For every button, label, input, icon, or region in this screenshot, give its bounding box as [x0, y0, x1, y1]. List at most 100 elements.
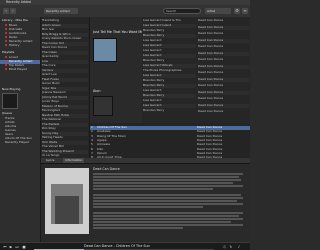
- track-list-item[interactable]: Dead Can Dance: [198, 77, 249, 82]
- track-list-item[interactable]: Brendan Perry: [143, 29, 196, 33]
- artist-list-item[interactable]: The Clean: [42, 50, 88, 55]
- repeat-icon[interactable]: ↻: [229, 245, 233, 249]
- track-list-item[interactable]: Dead Can Dance: [198, 25, 249, 30]
- queue-item[interactable]: Recently Played: [5, 141, 29, 144]
- track-list-item[interactable]: Lisa Gerrard: [143, 44, 196, 48]
- bio-text-line: [93, 185, 243, 187]
- previous-icon[interactable]: ⏮: [3, 245, 7, 249]
- track-list-item[interactable]: Dead Can Dance: [198, 38, 249, 43]
- bio-text-line: [93, 215, 239, 217]
- track-list-item[interactable]: Dead Can Dance: [198, 71, 249, 75]
- artist-list-item[interactable]: Various: [42, 68, 88, 73]
- artist-list-item[interactable]: Tom Waits: [42, 140, 88, 145]
- artist-list-item[interactable]: Tracklisting: [42, 19, 88, 23]
- artist-list-item[interactable]: Grandaddy: [42, 55, 88, 59]
- artist-list-item[interactable]: Joanna Newsom: [42, 91, 88, 95]
- podcast-icon: [5, 28, 8, 31]
- track-list-item[interactable]: Brendan Perry: [143, 84, 196, 88]
- artist-list-item[interactable]: Rilo Kiley: [42, 127, 88, 131]
- artist-list-item[interactable]: Adam Green: [42, 23, 88, 28]
- bio-text-line: [93, 194, 241, 196]
- artist-list-item[interactable]: Dead Can Dance: [42, 46, 88, 50]
- radio-icon: [5, 36, 8, 39]
- progress-bar[interactable]: [34, 248, 214, 250]
- artist-list-item[interactable]: Neutral Milk Hotel: [42, 113, 88, 118]
- back-icon[interactable]: ‹: [3, 8, 9, 14]
- track-list-item[interactable]: Dead Can Dance: [198, 45, 249, 49]
- artist-list-item[interactable]: Sunny Day: [42, 131, 88, 136]
- track-list-item[interactable]: Lisa Gerrard Island & Trio: [143, 19, 196, 23]
- settings-icon[interactable]: ⚙: [234, 8, 240, 14]
- star-icon: [5, 64, 8, 67]
- shuffle-icon[interactable]: ⤮: [222, 245, 226, 249]
- track-title: Amnesia: [97, 143, 110, 147]
- track-list-item[interactable]: Lisa Gerrard: [143, 49, 196, 53]
- artist-list-item[interactable]: The Cure: [42, 64, 88, 68]
- stop-icon[interactable]: ■: [22, 245, 26, 249]
- track-list-item[interactable]: Lisa Gerrard Island: [143, 24, 196, 28]
- album-artwork-secondary[interactable]: [93, 96, 113, 116]
- track-list-item[interactable]: Dead Can Dance: [198, 90, 249, 95]
- tab-recently-added[interactable]: Recently Added: [44, 8, 78, 14]
- sidebar-item-history[interactable]: History: [5, 44, 20, 47]
- artist-list-item[interactable]: Talking Heads: [42, 136, 88, 140]
- track-list-item[interactable]: Brendan Perry: [143, 109, 196, 113]
- track-list-item[interactable]: Dead Can Dance: [198, 110, 249, 114]
- artist-list-item[interactable]: The Cooler Kid: [42, 41, 88, 46]
- artist-list-item[interactable]: Mockingbird: [42, 109, 88, 113]
- artist-list-item[interactable]: Junior Boys: [42, 100, 88, 104]
- view-selector[interactable]: Artist: [205, 8, 231, 14]
- bio-text-line: [93, 218, 243, 220]
- volume-icon[interactable]: ♪: [237, 245, 241, 249]
- track-list-item[interactable]: Lisa Gerrard: [143, 39, 196, 43]
- track-list-item[interactable]: Lisa Gerrard: [143, 54, 196, 58]
- track-list-item[interactable]: Lisa Gerrard: [143, 104, 196, 108]
- track-list-item[interactable]: Brendan Perry: [143, 34, 196, 38]
- search-input[interactable]: Search: [163, 8, 201, 14]
- track-title: Kiko: [97, 147, 104, 151]
- now-playing-artwork[interactable]: [2, 93, 18, 109]
- track-list-item[interactable]: Lisa Gerrard: [143, 99, 196, 103]
- sidebar-item-most-played[interactable]: Most Played: [5, 68, 27, 71]
- track-list-item[interactable]: Dead Can Dance: [198, 19, 249, 23]
- artist-list-item[interactable]: The National: [42, 118, 88, 122]
- artist-list-item[interactable]: Low: [42, 59, 88, 64]
- track-list-item[interactable]: Dead Can Dance: [198, 103, 249, 108]
- artist-list-item[interactable]: Bon Iver: [42, 28, 88, 32]
- artist-list-item[interactable]: Billy Bragg & Wilco: [42, 32, 88, 37]
- next-icon[interactable]: ⏭: [15, 245, 19, 249]
- artist-list-item[interactable]: Fleet Foxes: [42, 77, 88, 82]
- artist-list-item[interactable]: Grant Lee: [42, 73, 88, 77]
- track-list-item[interactable]: Brendan Perry: [143, 94, 196, 98]
- track-list-item[interactable]: Dead Can Dance: [198, 84, 249, 88]
- artist-list-item[interactable]: Sigur Ros: [42, 86, 88, 91]
- track-list-item[interactable]: Dead Can Dance: [198, 58, 249, 62]
- track-list-item[interactable]: Dead Can Dance: [198, 51, 249, 56]
- artist-list-item[interactable]: Jimmy Eat World: [42, 95, 88, 100]
- player-bar: ⏮ ▶ ⏭ ■ Dead Can Dance - Children Of The…: [0, 242, 250, 250]
- progress-fill: [34, 248, 85, 250]
- play-icon[interactable]: ▶: [9, 245, 13, 249]
- bio-text-line: [93, 227, 183, 229]
- bio-text-line: [93, 176, 239, 178]
- artist-list-item[interactable]: Crazy Rabbits Plum-Green: [42, 37, 88, 41]
- artist-list-item[interactable]: The Velvet Mill: [42, 145, 88, 149]
- track-list-item[interactable]: Brendan Perry: [143, 59, 196, 63]
- track-list-item[interactable]: Brendan Perry: [143, 79, 196, 83]
- forward-icon[interactable]: ›: [10, 8, 16, 14]
- bio-text-line: [93, 179, 241, 181]
- artist-list-item[interactable]: Mission of Burma: [42, 104, 88, 109]
- track-list-item[interactable]: The Pixies Phonographies: [143, 69, 196, 73]
- menu-icon[interactable]: ≡: [242, 8, 248, 14]
- track-list-item[interactable]: Dead Can Dance: [198, 97, 249, 101]
- artist-list-item[interactable]: The Wedding Present: [42, 149, 88, 154]
- track-list-item[interactable]: Lisa Gerrard: [143, 74, 196, 78]
- track-list-item[interactable]: Lisa Gerrard: [143, 89, 196, 93]
- track-artist: Dead Can Dance: [197, 130, 223, 134]
- track-list-item[interactable]: Lisa Gerrard Rituals: [143, 64, 196, 68]
- artist-list-item[interactable]: Goner Bush: [42, 82, 88, 86]
- artist-list-item[interactable]: The Pastels: [42, 122, 88, 127]
- track-list-item[interactable]: Dead Can Dance: [198, 64, 249, 69]
- album-artwork[interactable]: [93, 38, 117, 62]
- track-list-item[interactable]: Dead Can Dance: [198, 32, 249, 36]
